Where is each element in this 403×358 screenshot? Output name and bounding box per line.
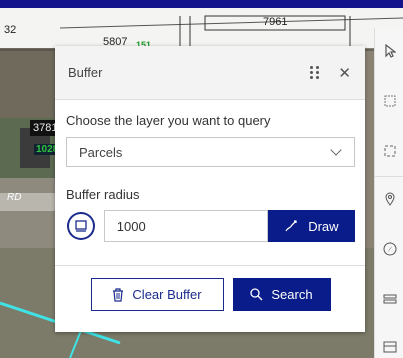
toolbar-divider	[375, 176, 403, 177]
layers-list-icon[interactable]	[381, 290, 399, 308]
layer-select-value: Parcels	[79, 144, 123, 160]
search-icon	[250, 288, 263, 301]
panel-title: Buffer	[68, 65, 103, 80]
buffer-radius-row: Draw	[66, 210, 355, 242]
panel-body: Choose the layer you want to query Parce…	[55, 113, 365, 311]
map-label-32: 32	[4, 24, 17, 36]
layer-select[interactable]: Parcels	[66, 137, 355, 167]
trash-icon	[113, 287, 124, 302]
right-toolbar	[374, 28, 403, 358]
search-button[interactable]: Search	[232, 278, 331, 311]
draw-pen-icon	[285, 220, 297, 232]
grid-icon[interactable]	[381, 92, 399, 110]
map-label-parcel-7961: 7961	[263, 16, 288, 28]
select-pointer-icon[interactable]	[381, 42, 399, 60]
clear-buffer-button[interactable]: Clear Buffer	[90, 278, 224, 311]
buffer-radius-input[interactable]	[103, 210, 268, 242]
chevron-down-icon	[330, 144, 342, 156]
compass-icon[interactable]	[381, 240, 399, 258]
panel-header: Buffer ✕	[55, 46, 365, 100]
search-label: Search	[271, 287, 313, 302]
clear-buffer-label: Clear Buffer	[132, 287, 202, 302]
buffer-shape-button[interactable]	[67, 212, 95, 240]
map-label-road: RD	[7, 192, 22, 203]
draw-button-label: Draw	[308, 218, 339, 234]
draw-button[interactable]: Draw	[267, 210, 355, 242]
buffer-radius-label: Buffer radius	[66, 187, 140, 202]
table-icon[interactable]	[381, 338, 399, 356]
close-icon[interactable]: ✕	[338, 64, 351, 82]
panel-footer: Clear Buffer Search	[66, 266, 355, 311]
location-pin-icon[interactable]	[381, 190, 399, 208]
layer-prompt-label: Choose the layer you want to query	[66, 113, 271, 128]
drag-handle-icon[interactable]	[310, 65, 320, 81]
top-accent-bar	[0, 0, 403, 8]
buffer-panel: Buffer ✕ Choose the layer you want to qu…	[55, 46, 365, 332]
rectangle-select-icon	[75, 220, 87, 232]
select-area-icon[interactable]	[381, 142, 399, 160]
